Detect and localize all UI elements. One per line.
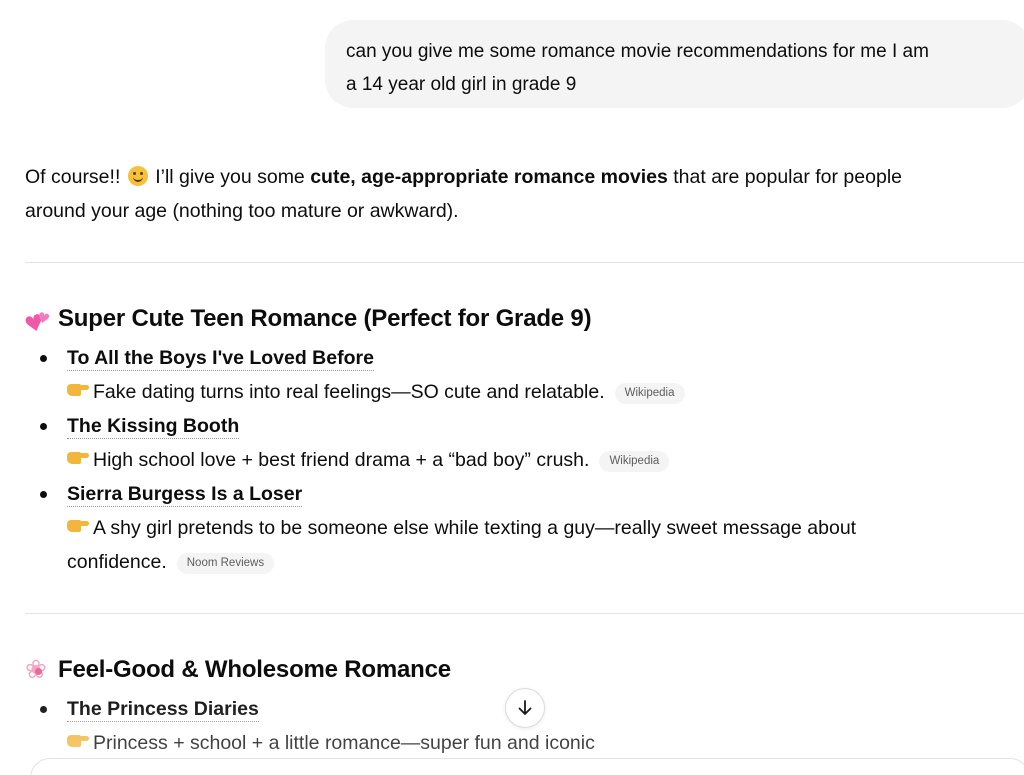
smiling-face-icon [127, 166, 148, 186]
chat-view: can you give me some romance movie recom… [0, 0, 1024, 775]
section-divider [25, 613, 1024, 614]
intro-text-2: I’ll give you some [149, 166, 311, 188]
assistant-message: Of course!! I’ll give you some cute, age… [25, 160, 1024, 760]
two-hearts-icon [25, 305, 53, 333]
movie-description: A shy girl pretends to be someone else w… [93, 517, 857, 539]
intro-text-3: that are popular for people [667, 166, 902, 188]
user-message-bubble: can you give me some romance movie recom… [325, 20, 1024, 108]
movie-list: To All the Boys I've Loved Before Fake d… [25, 341, 1024, 579]
section-divider [25, 262, 1024, 263]
user-message-line-2: a 14 year old girl in grade 9 [346, 74, 577, 95]
list-item: The Kissing Booth High school love + bes… [25, 409, 1024, 477]
bullet [40, 491, 47, 498]
pointing-hand-icon [67, 734, 89, 748]
cherry-blossom-icon [25, 654, 53, 686]
user-message-line-1: can you give me some romance movie recom… [346, 41, 929, 62]
movie-title-link[interactable]: Sierra Burgess Is a Loser [67, 483, 303, 507]
movie-title-link[interactable]: To All the Boys I've Loved Before [67, 347, 374, 371]
pointing-hand-icon [67, 451, 89, 465]
list-item: To All the Boys I've Loved Before Fake d… [25, 341, 1024, 409]
source-citation-chip[interactable]: Wikipedia [599, 451, 670, 472]
bullet [40, 423, 47, 430]
intro-bold-text: cute, age-appropriate romance movies [310, 166, 668, 188]
movie-description: Princess + school + a little romance—sup… [93, 732, 595, 754]
section-heading-teen-romance: Super Cute Teen Romance (Perfect for Gra… [25, 303, 1024, 335]
section-heading-text: Super Cute Teen Romance (Perfect for Gra… [58, 305, 592, 332]
intro-text-line-2: around your age (nothing too mature or a… [25, 200, 459, 222]
movie-description-continued: confidence. [67, 551, 167, 573]
scroll-to-bottom-button[interactable] [505, 688, 545, 728]
intro-text-1: Of course!! [25, 166, 121, 188]
source-citation-chip[interactable]: Noom Reviews [176, 553, 275, 574]
movie-description: Fake dating turns into real feelings—SO … [93, 381, 605, 403]
movie-title-link[interactable]: The Princess Diaries [67, 698, 259, 722]
pointing-hand-icon [67, 519, 89, 533]
bullet [40, 706, 47, 713]
section-heading-text: Feel-Good & Wholesome Romance [58, 656, 451, 683]
movie-title-link[interactable]: The Kissing Booth [67, 415, 240, 439]
section-heading-wholesome-romance: Feel-Good & Wholesome Romance [25, 654, 1024, 686]
assistant-intro: Of course!! I’ll give you some cute, age… [25, 160, 1024, 228]
source-citation-chip[interactable]: Wikipedia [614, 383, 685, 404]
message-composer[interactable] [30, 758, 1024, 775]
arrow-down-icon [518, 700, 532, 715]
pointing-hand-icon [67, 383, 89, 397]
bullet [40, 355, 47, 362]
movie-description: High school love + best friend drama + a… [93, 449, 590, 471]
list-item: Sierra Burgess Is a Loser A shy girl pre… [25, 477, 1024, 579]
